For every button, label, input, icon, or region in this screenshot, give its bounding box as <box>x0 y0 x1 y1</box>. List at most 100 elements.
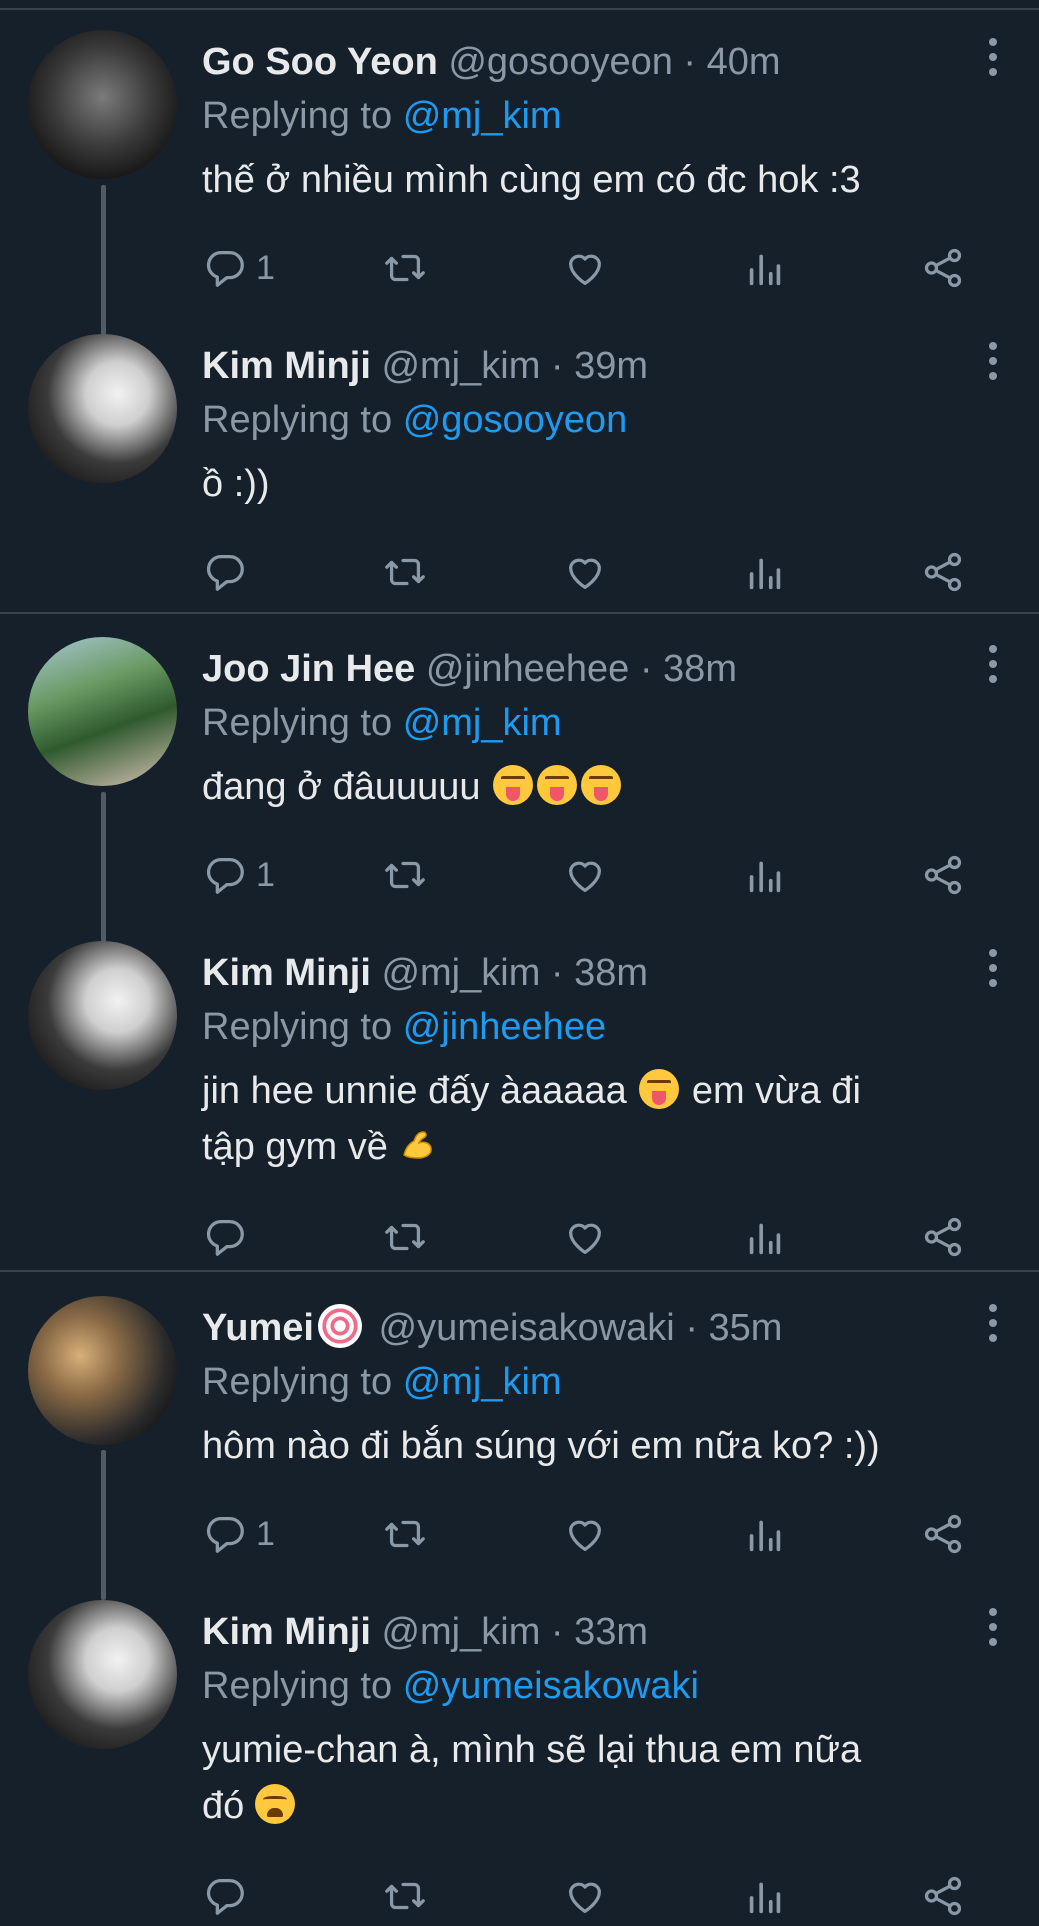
reply-count: 1 <box>256 248 275 287</box>
timestamp[interactable]: 40m <box>707 41 781 83</box>
display-name[interactable]: Yumei <box>202 1307 314 1349</box>
thread-divider <box>0 1270 1039 1272</box>
like-button[interactable] <box>562 845 608 905</box>
more-options-icon[interactable] <box>987 645 999 689</box>
like-button[interactable] <box>562 1207 608 1267</box>
heart-icon <box>562 852 608 898</box>
reply-button[interactable] <box>202 1866 248 1926</box>
user-handle[interactable]: @yumeisakowaki <box>379 1307 675 1349</box>
more-options-icon[interactable] <box>987 949 999 993</box>
share-button[interactable] <box>920 1207 966 1267</box>
top-divider <box>0 8 1039 10</box>
share-button[interactable] <box>920 1504 966 1564</box>
display-name[interactable]: Kim Minji <box>202 952 371 994</box>
avatar[interactable] <box>28 941 177 1090</box>
more-options-icon[interactable] <box>987 1608 999 1652</box>
user-handle[interactable]: @jinheehee <box>426 648 629 690</box>
avatar[interactable] <box>28 1600 177 1749</box>
replying-to: Replying to @mj_kim <box>202 88 562 144</box>
mention-link[interactable]: @mj_kim <box>403 95 562 137</box>
mention-link[interactable]: @yumeisakowaki <box>403 1665 699 1707</box>
retweet-button[interactable] <box>382 1207 428 1267</box>
share-button[interactable] <box>920 238 966 298</box>
thread-divider <box>0 612 1039 614</box>
tweet-text-content: đang ở đâuuuuu <box>202 766 481 808</box>
heart-icon <box>562 549 608 595</box>
user-handle[interactable]: @mj_kim <box>381 1611 540 1653</box>
user-handle[interactable]: @mj_kim <box>381 952 540 994</box>
views-button[interactable] <box>742 542 788 602</box>
user-handle[interactable]: @gosooyeon <box>448 41 673 83</box>
avatar[interactable] <box>28 30 177 179</box>
retweet-button[interactable] <box>382 1866 428 1926</box>
retweet-icon <box>382 1873 428 1919</box>
reply-icon <box>202 1873 248 1919</box>
replying-to-label: Replying to <box>202 702 393 744</box>
views-button[interactable] <box>742 1504 788 1564</box>
timestamp[interactable]: 38m <box>663 648 737 690</box>
more-options-icon[interactable] <box>987 342 999 386</box>
share-icon <box>920 1873 966 1919</box>
views-button[interactable] <box>742 1207 788 1267</box>
display-name[interactable]: Kim Minji <box>202 345 371 387</box>
replying-to-label: Replying to <box>202 1006 393 1048</box>
timestamp[interactable]: 35m <box>709 1307 783 1349</box>
reply-button[interactable]: 1 <box>202 238 275 298</box>
tweet-header: Yumei @yumeisakowaki · 35m <box>202 1300 969 1356</box>
mention-link[interactable]: @mj_kim <box>403 1361 562 1403</box>
views-button[interactable] <box>742 845 788 905</box>
reply-button[interactable] <box>202 1207 248 1267</box>
reply-button[interactable] <box>202 542 248 602</box>
reply-button[interactable]: 1 <box>202 845 275 905</box>
avatar[interactable] <box>28 637 177 786</box>
timestamp[interactable]: 33m <box>574 1611 648 1653</box>
share-button[interactable] <box>920 845 966 905</box>
more-options-icon[interactable] <box>987 38 999 82</box>
tweet-actions <box>202 542 992 602</box>
avatar[interactable] <box>28 334 177 483</box>
tweet-actions: 1 <box>202 845 992 905</box>
timestamp[interactable]: 38m <box>574 952 648 994</box>
retweet-button[interactable] <box>382 845 428 905</box>
flexed-biceps-icon <box>403 1131 433 1159</box>
mention-link[interactable]: @jinheehee <box>403 1006 606 1048</box>
replying-to: Replying to @yumeisakowaki <box>202 1658 699 1714</box>
retweet-button[interactable] <box>382 1504 428 1564</box>
like-button[interactable] <box>562 542 608 602</box>
retweet-icon <box>382 852 428 898</box>
like-button[interactable] <box>562 238 608 298</box>
display-name[interactable]: Go Soo Yeon <box>202 41 438 83</box>
heart-icon <box>562 1873 608 1919</box>
display-name[interactable]: Kim Minji <box>202 1611 371 1653</box>
tweet-actions: 1 <box>202 238 992 298</box>
share-icon <box>920 852 966 898</box>
squinting-face-with-tongue-icon <box>639 1069 680 1109</box>
replying-to-label: Replying to <box>202 1665 393 1707</box>
reply-icon <box>202 1214 248 1260</box>
share-button[interactable] <box>920 1866 966 1926</box>
tweet-text-line: jin hee unnie đấy àaaaaa em vừa đi <box>202 1063 992 1119</box>
timestamp[interactable]: 39m <box>574 345 648 387</box>
analytics-icon <box>742 245 788 291</box>
analytics-icon <box>742 1511 788 1557</box>
retweet-button[interactable] <box>382 238 428 298</box>
share-button[interactable] <box>920 542 966 602</box>
retweet-button[interactable] <box>382 542 428 602</box>
user-handle[interactable]: @mj_kim <box>381 345 540 387</box>
reply-icon <box>202 245 248 291</box>
squinting-face-with-tongue-icon <box>581 765 622 805</box>
more-options-icon[interactable] <box>987 1304 999 1348</box>
mention-link[interactable]: @gosooyeon <box>403 399 628 441</box>
like-button[interactable] <box>562 1866 608 1926</box>
display-name[interactable]: Joo Jin Hee <box>202 648 415 690</box>
avatar[interactable] <box>28 1296 177 1445</box>
reply-button[interactable]: 1 <box>202 1504 275 1564</box>
like-button[interactable] <box>562 1504 608 1564</box>
mention-link[interactable]: @mj_kim <box>403 702 562 744</box>
tweet-actions <box>202 1866 992 1926</box>
share-icon <box>920 1511 966 1557</box>
views-button[interactable] <box>742 238 788 298</box>
views-button[interactable] <box>742 1866 788 1926</box>
tweet-text: ồ :)) <box>202 463 270 505</box>
separator: · <box>550 1611 564 1653</box>
